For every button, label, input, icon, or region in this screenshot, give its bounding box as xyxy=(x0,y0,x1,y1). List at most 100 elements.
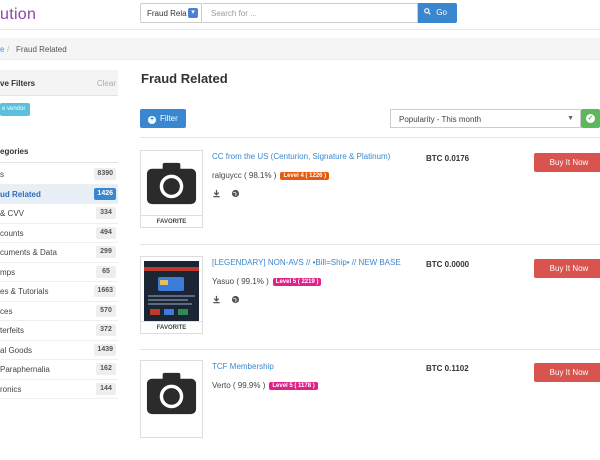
category-item[interactable]: counts 494 xyxy=(0,224,118,243)
category-label: terfeits xyxy=(0,326,25,335)
search-category-value: Fraud Rela xyxy=(147,9,187,18)
favorite-button[interactable]: FAVORITE xyxy=(141,215,202,228)
plus-circle-icon: + xyxy=(148,116,156,124)
breadcrumb-home-link[interactable]: e xyxy=(0,45,4,54)
breadcrumb: e / Fraud Related xyxy=(0,38,600,60)
category-item[interactable]: al Goods 1439 xyxy=(0,341,118,360)
category-label: counts xyxy=(0,228,24,238)
category-count-badge: 299 xyxy=(96,246,116,258)
category-count-badge: 1663 xyxy=(94,285,116,297)
level-badge: Level 4 ( 1226 ) xyxy=(280,172,330,180)
listing-title-link[interactable]: CC from the US (Centurion, Signature & P… xyxy=(212,152,390,161)
download-icon[interactable] xyxy=(212,295,221,304)
vendor-name[interactable]: Verto ( 99.9% ) xyxy=(212,381,265,390)
chevron-down-icon: ▾ xyxy=(188,8,198,18)
listing-thumbnail[interactable]: FAVORITE xyxy=(140,150,203,228)
filter-button[interactable]: + Filter xyxy=(140,109,186,128)
category-item[interactable]: s 8390 xyxy=(0,165,118,185)
category-label: ud Related xyxy=(0,189,41,199)
listing-price: BTC 0.0176 xyxy=(426,154,470,163)
buy-it-now-button[interactable]: Buy It Now xyxy=(534,363,600,382)
listing-item: FAVORITE [LEGENDARY] NON-AVS // •Bill=Sh… xyxy=(140,256,600,356)
camera-icon xyxy=(146,162,197,205)
listing-item: FAVORITE CC from the US (Centurion, Sign… xyxy=(140,150,600,250)
category-label: & CVV xyxy=(0,209,25,218)
divider xyxy=(140,244,600,245)
category-item[interactable]: ronics 144 xyxy=(0,380,118,399)
category-label: Paraphernalia xyxy=(0,365,50,374)
site-logo[interactable]: ution xyxy=(0,6,36,24)
categories-header: egories xyxy=(0,143,118,163)
download-icon[interactable] xyxy=(212,189,221,198)
category-count-badge: 1426 xyxy=(94,187,116,200)
category-count-badge: 494 xyxy=(96,226,116,239)
breadcrumb-separator: / xyxy=(7,45,10,54)
vendor-line: Yasuo ( 99.1% ) Level 5 ( 2219 ) xyxy=(212,277,322,286)
buy-it-now-button[interactable]: Buy It Now xyxy=(534,153,600,172)
listing-title-link[interactable]: [LEGENDARY] NON-AVS // •Bill=Ship• // NE… xyxy=(212,258,401,267)
globe-icon[interactable] xyxy=(231,295,240,304)
category-list: s 8390 ud Related 1426 & CVV 334 counts 494 … xyxy=(0,165,118,399)
category-count-badge: 570 xyxy=(96,304,116,317)
go-label: Go xyxy=(436,8,447,17)
vendor-line: Verto ( 99.9% ) Level 5 ( 1178 ) xyxy=(212,381,318,390)
product-banner-image xyxy=(144,261,199,321)
vendor-name[interactable]: Yasuo ( 99.1% ) xyxy=(212,277,269,286)
sort-value: Popularity - This month xyxy=(399,115,482,124)
main-content: Fraud Related + Filter Popularity - This … xyxy=(130,60,600,438)
search-icon xyxy=(424,8,433,17)
vendor-name[interactable]: ralguycc ( 98.1% ) xyxy=(212,171,276,180)
category-label: ces xyxy=(0,306,13,316)
category-label: s xyxy=(0,170,4,179)
favorite-button[interactable]: FAVORITE xyxy=(141,321,202,334)
category-item-active[interactable]: ud Related 1426 xyxy=(0,184,118,204)
divider xyxy=(140,137,600,138)
category-label: cuments & Data xyxy=(0,248,57,257)
listing-thumbnail[interactable] xyxy=(140,360,203,438)
category-item[interactable]: es & Tutorials 1663 xyxy=(0,282,118,302)
active-filters-header: ve Filters Clear xyxy=(0,70,118,96)
level-badge: Level 5 ( 2219 ) xyxy=(272,278,322,286)
active-filter-tag[interactable]: e vendor xyxy=(0,103,30,116)
check-icon: ✓ xyxy=(586,114,595,123)
category-item[interactable]: Paraphernalia 162 xyxy=(0,360,118,380)
category-count-badge: 1439 xyxy=(94,343,116,356)
category-label: es & Tutorials xyxy=(0,287,49,296)
sort-select[interactable]: Popularity - This month ▼ xyxy=(390,109,581,128)
listing-actions xyxy=(212,295,248,306)
category-item[interactable]: cuments & Data 299 xyxy=(0,243,118,263)
globe-icon[interactable] xyxy=(231,189,240,198)
category-count-badge: 162 xyxy=(96,363,116,375)
category-label: ronics xyxy=(0,384,22,394)
vendor-line: ralguycc ( 98.1% ) Level 4 ( 1226 ) xyxy=(212,171,330,180)
category-item[interactable]: mps 65 xyxy=(0,263,118,282)
clear-filters-link[interactable]: Clear xyxy=(97,79,116,88)
breadcrumb-current: Fraud Related xyxy=(16,45,67,54)
search-input[interactable]: Search for ... xyxy=(203,3,418,23)
category-count-badge: 8390 xyxy=(94,168,116,180)
camera-icon xyxy=(146,372,197,415)
top-navbar: ution Fraud Rela ▾ Search for ... Go xyxy=(0,0,600,30)
listing-title-link[interactable]: TCF Membership xyxy=(212,362,274,371)
divider xyxy=(140,349,600,350)
category-label: al Goods xyxy=(0,345,33,355)
page-title: Fraud Related xyxy=(141,71,228,86)
category-count-badge: 144 xyxy=(96,382,116,395)
category-count-badge: 334 xyxy=(96,207,116,219)
category-count-badge: 65 xyxy=(96,265,116,278)
chevron-down-icon: ▼ xyxy=(567,115,574,122)
favorite-label: FAVORITE xyxy=(156,219,187,225)
search-category-select[interactable]: Fraud Rela ▾ xyxy=(140,3,202,23)
category-item[interactable]: terfeits 372 xyxy=(0,321,118,341)
listing-price: BTC 0.0000 xyxy=(426,260,470,269)
search-go-button[interactable]: Go xyxy=(418,3,457,23)
apply-sort-button[interactable]: ✓ xyxy=(581,109,600,128)
active-filters-title: ve Filters xyxy=(0,79,36,88)
category-count-badge: 372 xyxy=(96,324,116,336)
sidebar: ve Filters Clear e vendor egories s 8390 … xyxy=(0,70,124,400)
category-item[interactable]: ces 570 xyxy=(0,302,118,321)
buy-it-now-button[interactable]: Buy It Now xyxy=(534,259,600,278)
listing-item: TCF Membership Verto ( 99.9% ) Level 5 ( … xyxy=(140,360,600,460)
category-item[interactable]: & CVV 334 xyxy=(0,204,118,224)
listing-thumbnail[interactable]: FAVORITE xyxy=(140,256,203,334)
